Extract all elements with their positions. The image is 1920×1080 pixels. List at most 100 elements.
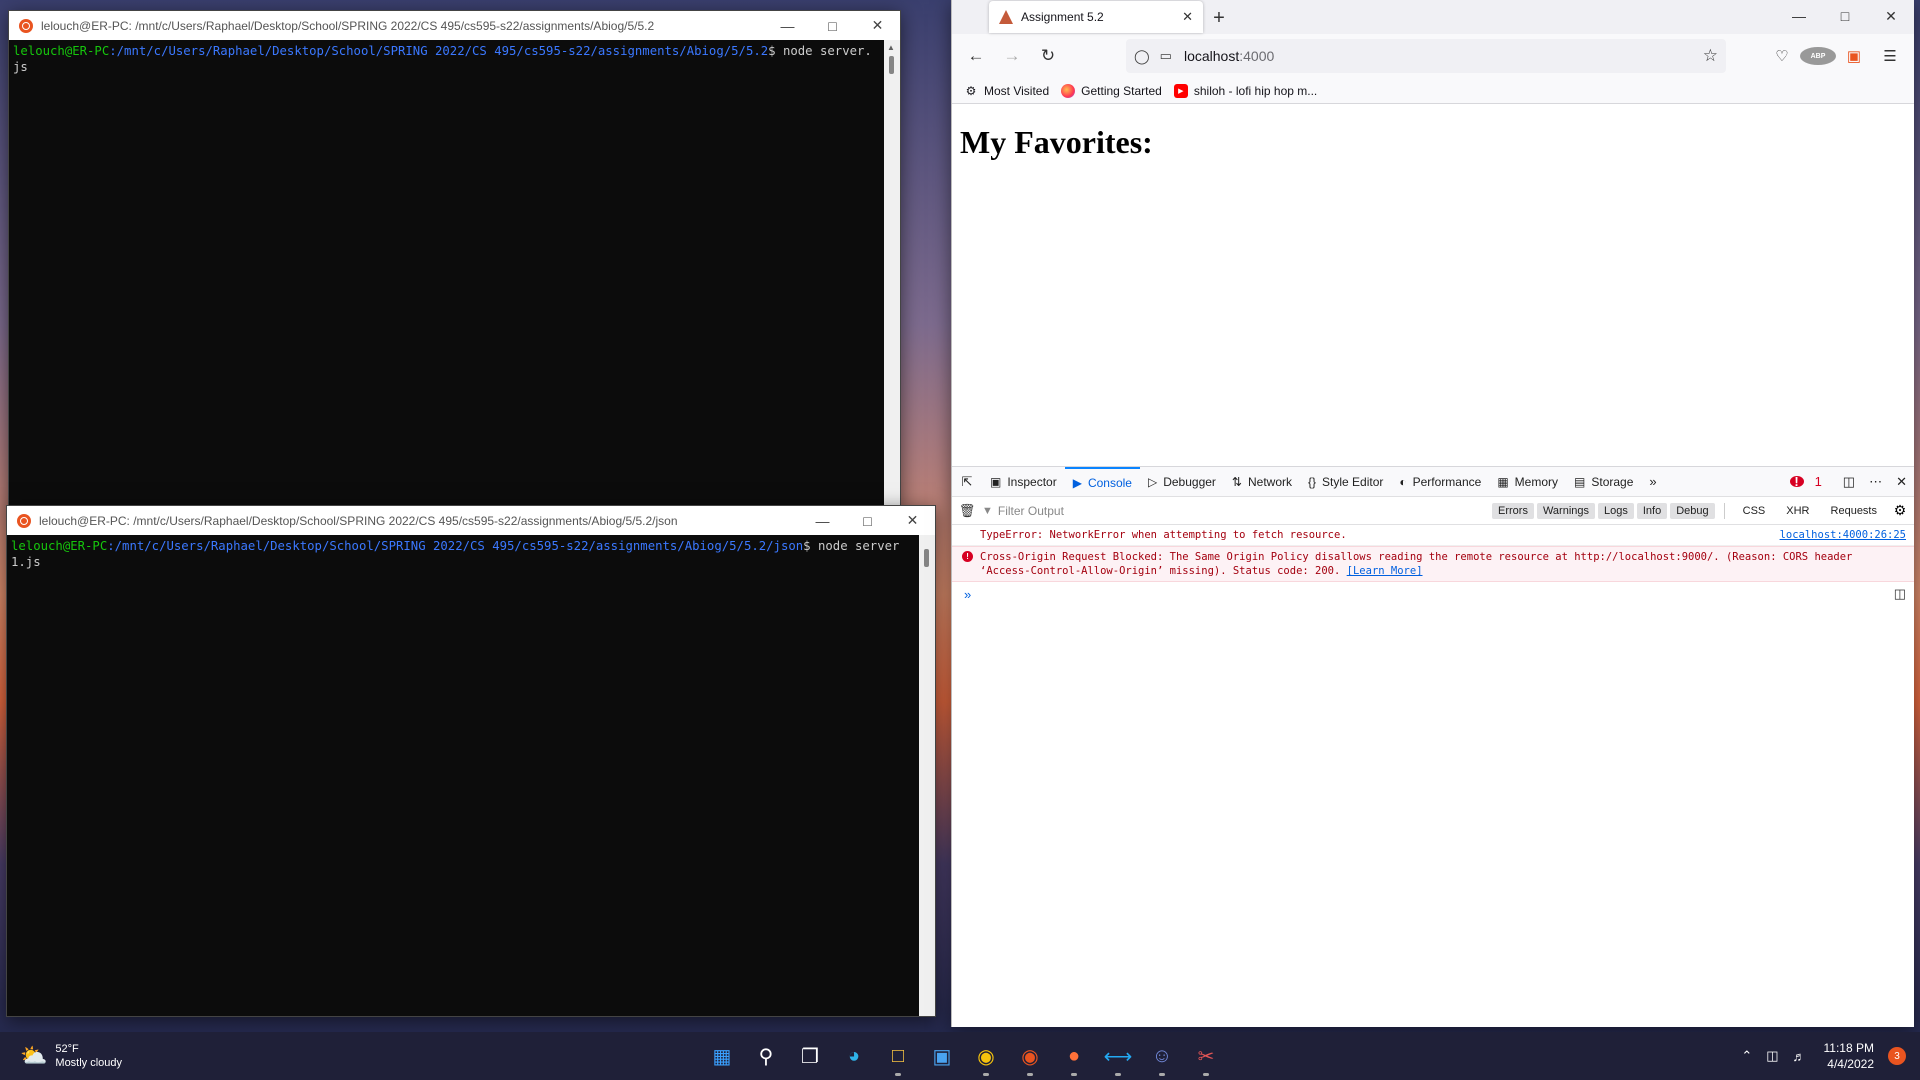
maximize-button[interactable]: □	[1822, 0, 1868, 32]
terminal-output[interactable]: lelouch@ER-PC:/mnt/c/Users/Raphael/Deskt…	[9, 40, 900, 78]
console-message[interactable]: TypeError: NetworkError when attempting …	[952, 525, 1914, 546]
filter-debug-button[interactable]: Debug	[1670, 502, 1715, 519]
filter-info-button[interactable]: Info	[1636, 502, 1668, 519]
terminal-window-server[interactable]: lelouch@ER-PC: /mnt/c/Users/Raphael/Desk…	[8, 10, 901, 510]
clock-date: 4/4/2022	[1827, 1057, 1874, 1071]
learn-more-link[interactable]: [Learn More]	[1347, 565, 1423, 577]
firefox-app[interactable]: ●	[1052, 1034, 1096, 1078]
split-console-icon[interactable]: ◫	[1894, 586, 1906, 602]
tab-label: Console	[1087, 475, 1132, 490]
memory-icon: ▦	[1497, 474, 1509, 489]
console-settings-icon[interactable]: ⚙	[1886, 502, 1914, 519]
forward-button[interactable]: →	[994, 40, 1030, 72]
tab-memory[interactable]: ▦ Memory	[1489, 467, 1566, 496]
scroll-thumb[interactable]	[924, 549, 929, 567]
filter-output-input[interactable]: ▼ Filter Output	[982, 504, 1492, 518]
filter-xhr-button[interactable]: XHR	[1780, 503, 1815, 519]
pocket-icon[interactable]: ♡	[1764, 47, 1800, 65]
firefox-window[interactable]: Assignment 5.2 ✕ + — □ ✕ ← → ↻ ◯ ▭ local…	[951, 0, 1914, 1027]
filter-errors-button[interactable]: Errors	[1492, 502, 1534, 519]
tab-storage[interactable]: ▤ Storage	[1566, 467, 1641, 496]
terminal-scrollbar[interactable]: ▲	[884, 40, 900, 509]
storage-icon: ▤	[1574, 474, 1586, 489]
terminal-window-server1[interactable]: lelouch@ER-PC: /mnt/c/Users/Raphael/Desk…	[6, 505, 936, 1017]
more-options-icon[interactable]: ⋯	[1862, 474, 1889, 490]
filter-logs-button[interactable]: Logs	[1598, 502, 1634, 519]
minimize-button[interactable]: —	[1776, 0, 1822, 32]
vscode-app[interactable]: ⟷	[1096, 1034, 1140, 1078]
trash-icon[interactable]: 🗑	[952, 503, 982, 519]
console-error-message[interactable]: ! Cross-Origin Request Blocked: The Same…	[952, 546, 1914, 582]
start-button[interactable]: ▦	[700, 1034, 744, 1078]
extension-icon[interactable]: ▣	[1836, 47, 1872, 65]
terminal-output[interactable]: lelouch@ER-PC:/mnt/c/Users/Raphael/Deskt…	[7, 535, 935, 573]
bookmark-most-visited[interactable]: ⚙ Most Visited	[964, 83, 1050, 98]
tab-debugger[interactable]: ▷ Debugger	[1140, 467, 1224, 496]
tracking-shield-icon[interactable]: ◯	[1134, 48, 1150, 65]
bookmark-getting-started[interactable]: Getting Started	[1061, 83, 1162, 98]
terminal-titlebar[interactable]: lelouch@ER-PC: /mnt/c/Users/Raphael/Desk…	[7, 506, 935, 535]
back-button[interactable]: ←	[958, 40, 994, 72]
page-info-icon[interactable]: ▭	[1160, 48, 1172, 64]
tab-close-icon[interactable]: ✕	[1182, 9, 1193, 25]
prompt-user: lelouch@ER-PC	[11, 539, 108, 553]
reload-button[interactable]: ↻	[1030, 40, 1066, 72]
tab-performance[interactable]: ◐ Performance	[1391, 467, 1489, 496]
file-explorer-app[interactable]: □	[876, 1034, 920, 1078]
edge-app[interactable]: ◕	[832, 1034, 876, 1078]
tab-assignment[interactable]: Assignment 5.2 ✕	[989, 1, 1203, 33]
adblock-icon[interactable]: ABP	[1800, 47, 1836, 65]
discord-app[interactable]: ☺	[1140, 1034, 1184, 1078]
chevron-up-icon[interactable]: ⌃	[1741, 1048, 1752, 1064]
new-tab-button[interactable]: +	[1203, 2, 1235, 34]
maximize-button[interactable]: □	[810, 11, 855, 40]
scroll-thumb[interactable]	[889, 56, 894, 74]
error-counter[interactable]: ! 1	[1783, 474, 1836, 489]
gear-icon: ⚙	[965, 83, 977, 98]
more-tabs-icon[interactable]: »	[1641, 474, 1664, 489]
store-app[interactable]: ▣	[920, 1034, 964, 1078]
bookmark-shiloh[interactable]: ▶ shiloh - lofi hip hop m...	[1173, 83, 1317, 98]
close-button[interactable]: ✕	[855, 11, 900, 40]
prompt-path: :/mnt/c/Users/Raphael/Desktop/School/SPR…	[107, 539, 804, 553]
close-button[interactable]: ✕	[890, 506, 935, 535]
tab-network[interactable]: ⇅ Network	[1224, 467, 1300, 496]
terminal-scrollbar[interactable]	[919, 535, 935, 1016]
weather-widget[interactable]: ⛅ 52°F Mostly cloudy	[20, 1042, 122, 1070]
scroll-up-icon[interactable]: ▲	[887, 43, 895, 52]
folder-icon: □	[891, 1044, 905, 1067]
volume-icon[interactable]: ♬	[1793, 1049, 1806, 1064]
page-favicon-icon	[999, 10, 1013, 24]
tab-console[interactable]: ▶ Console	[1064, 467, 1140, 496]
filter-css-button[interactable]: CSS	[1737, 503, 1772, 519]
filter-requests-button[interactable]: Requests	[1825, 503, 1883, 519]
maximize-button[interactable]: □	[845, 506, 890, 535]
url-bar[interactable]: ◯ ▭ localhost:4000 ☆	[1126, 39, 1726, 73]
network-icon[interactable]: ◫	[1766, 1048, 1778, 1064]
terminal-title: lelouch@ER-PC: /mnt/c/Users/Raphael/Desk…	[39, 513, 678, 528]
app-menu-icon[interactable]: ☰	[1872, 47, 1908, 65]
bookmark-star-icon[interactable]: ☆	[1703, 46, 1718, 66]
dock-icon[interactable]: ◫	[1836, 474, 1862, 490]
notification-badge[interactable]: 3	[1888, 1047, 1906, 1065]
clock[interactable]: 11:18 PM 4/4/2022	[1824, 1040, 1874, 1072]
close-button[interactable]: ✕	[1868, 0, 1914, 32]
chrome-app[interactable]: ◉	[964, 1034, 1008, 1078]
minimize-button[interactable]: —	[800, 506, 845, 535]
terminal-titlebar[interactable]: lelouch@ER-PC: /mnt/c/Users/Raphael/Desk…	[9, 11, 900, 40]
message-source-link[interactable]: localhost:4000:26:25	[1780, 528, 1906, 542]
ubuntu-app[interactable]: ◉	[1008, 1034, 1052, 1078]
console-input[interactable]: » ◫	[952, 582, 1914, 606]
tab-style-editor[interactable]: {} Style Editor	[1300, 467, 1391, 496]
minimize-button[interactable]: —	[765, 11, 810, 40]
task-view-button[interactable]: ❐	[788, 1034, 832, 1078]
terminal-title: lelouch@ER-PC: /mnt/c/Users/Raphael/Desk…	[41, 18, 655, 33]
firefox-icon	[1061, 83, 1076, 98]
tab-inspector[interactable]: ▣ Inspector	[982, 467, 1065, 496]
search-button[interactable]: ⚲	[744, 1034, 788, 1078]
element-picker-icon[interactable]: ⇱	[952, 474, 982, 490]
close-devtools-icon[interactable]: ✕	[1889, 474, 1914, 490]
tab-label: Memory	[1514, 474, 1559, 489]
snipping-tool-app[interactable]: ✂	[1184, 1034, 1228, 1078]
filter-warnings-button[interactable]: Warnings	[1536, 502, 1596, 519]
